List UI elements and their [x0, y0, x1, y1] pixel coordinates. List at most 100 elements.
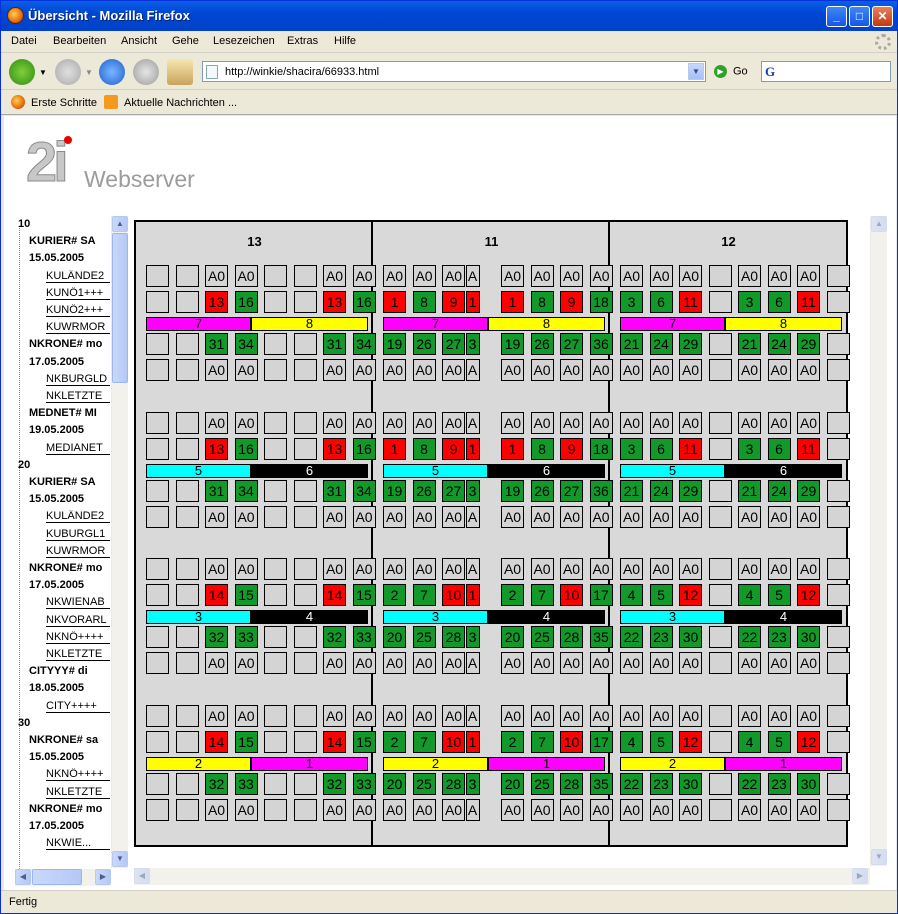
slot-a0[interactable]: A0: [767, 412, 791, 434]
empty-slot[interactable]: [146, 412, 169, 434]
empty-slot[interactable]: [293, 731, 317, 753]
empty-slot[interactable]: [175, 333, 199, 355]
empty-slot[interactable]: [293, 333, 317, 355]
slot-a0[interactable]: A0: [679, 652, 702, 674]
empty-slot[interactable]: [146, 626, 169, 648]
slot-number[interactable]: 8: [530, 291, 554, 313]
menu-datei[interactable]: Datei: [11, 35, 37, 47]
slot-a0[interactable]: A0: [501, 412, 524, 434]
slot-number[interactable]: 16: [234, 438, 258, 460]
slot-a0[interactable]: A0: [412, 799, 436, 821]
slot-number[interactable]: 5: [767, 584, 791, 606]
slot-number[interactable]: 25: [412, 773, 436, 795]
slot-a0[interactable]: A0: [738, 799, 761, 821]
slot-number[interactable]: 28: [560, 773, 583, 795]
slot-a0[interactable]: A0: [234, 799, 258, 821]
slot-a0[interactable]: A0: [560, 359, 583, 381]
slot-number[interactable]: 24: [649, 333, 673, 355]
empty-slot[interactable]: [293, 359, 317, 381]
slot-number[interactable]: 6: [649, 438, 673, 460]
empty-slot[interactable]: [146, 799, 169, 821]
slot-a0[interactable]: A0: [383, 359, 406, 381]
url-dropdown-icon[interactable]: ▼: [688, 63, 704, 80]
menu-hilfe[interactable]: Hilfe: [334, 35, 356, 47]
slot-number[interactable]: 1: [501, 438, 524, 460]
slot-number[interactable]: 8: [412, 438, 436, 460]
slot-number[interactable]: 14: [323, 584, 346, 606]
slot-number[interactable]: 4: [738, 584, 761, 606]
slot-number[interactable]: 30: [679, 626, 702, 648]
title-bar[interactable]: Übersicht - Mozilla Firefox _ □ ✕: [1, 1, 897, 31]
slot-a0[interactable]: A0: [560, 558, 583, 580]
slot-number[interactable]: 2: [383, 584, 406, 606]
empty-slot[interactable]: [264, 438, 287, 460]
slot-a0[interactable]: A0: [738, 412, 761, 434]
slot-a0[interactable]: A0: [530, 265, 554, 287]
slot-a0[interactable]: A0: [797, 506, 820, 528]
slot-number[interactable]: 25: [412, 626, 436, 648]
empty-slot[interactable]: [293, 412, 317, 434]
empty-slot[interactable]: [826, 480, 850, 502]
empty-slot[interactable]: [293, 480, 317, 502]
empty-slot[interactable]: [264, 333, 287, 355]
slot-a0[interactable]: A0: [205, 265, 228, 287]
slot-a0[interactable]: A0: [797, 558, 820, 580]
slot-a0[interactable]: A0: [442, 652, 465, 674]
forward-icon[interactable]: [55, 59, 81, 85]
tree-leaf-item[interactable]: NKBURGLD: [46, 373, 110, 386]
slot-number[interactable]: 10: [560, 584, 583, 606]
slot-a0[interactable]: A: [465, 412, 480, 434]
empty-slot[interactable]: [175, 584, 199, 606]
empty-slot[interactable]: [146, 584, 169, 606]
section-bar[interactable]: 6: [251, 464, 368, 478]
scroll-down-icon[interactable]: ▼: [112, 851, 128, 867]
slot-number[interactable]: 32: [323, 773, 346, 795]
slot-a0[interactable]: A0: [383, 799, 406, 821]
slot-a0[interactable]: A0: [738, 558, 761, 580]
tree-leaf-item[interactable]: NKLETZTE: [46, 786, 110, 799]
slot-number[interactable]: 1: [465, 584, 480, 606]
menu-bearbeiten[interactable]: Bearbeiten: [53, 35, 106, 47]
slot-number[interactable]: 26: [412, 333, 436, 355]
slot-a0[interactable]: A0: [412, 359, 436, 381]
empty-slot[interactable]: [175, 731, 199, 753]
slot-a0[interactable]: A0: [442, 265, 465, 287]
slot-number[interactable]: 25: [530, 626, 554, 648]
slot-number[interactable]: 13: [323, 291, 346, 313]
slot-a0[interactable]: A0: [383, 506, 406, 528]
slot-a0[interactable]: A0: [649, 506, 673, 528]
scroll-up-icon[interactable]: ▲: [112, 216, 128, 232]
reload-icon[interactable]: [99, 59, 125, 85]
slot-a0[interactable]: A0: [649, 412, 673, 434]
slot-a0[interactable]: A0: [797, 705, 820, 727]
slot-a0[interactable]: A0: [412, 265, 436, 287]
page-scroll-up-icon[interactable]: ▲: [871, 216, 887, 232]
slot-number[interactable]: 2: [501, 731, 524, 753]
slot-a0[interactable]: A0: [323, 506, 346, 528]
tree-leaf-item[interactable]: KUWRMOR: [46, 545, 110, 558]
slot-a0[interactable]: A0: [205, 799, 228, 821]
empty-slot[interactable]: [708, 799, 732, 821]
empty-slot[interactable]: [264, 506, 287, 528]
slot-a0[interactable]: A0: [767, 705, 791, 727]
empty-slot[interactable]: [146, 333, 169, 355]
slot-number[interactable]: 9: [560, 291, 583, 313]
slot-number[interactable]: 7: [412, 731, 436, 753]
empty-slot[interactable]: [264, 799, 287, 821]
slot-number[interactable]: 6: [767, 438, 791, 460]
slot-number[interactable]: 22: [738, 773, 761, 795]
slot-number[interactable]: 7: [412, 584, 436, 606]
slot-number[interactable]: 23: [649, 626, 673, 648]
slot-number[interactable]: 30: [797, 773, 820, 795]
slot-number[interactable]: 1: [501, 291, 524, 313]
slot-a0[interactable]: A0: [501, 558, 524, 580]
page-vertical-scrollbar[interactable]: ▲ ▼: [870, 216, 887, 866]
empty-slot[interactable]: [826, 584, 850, 606]
slot-number[interactable]: 34: [234, 480, 258, 502]
tree-group[interactable]: 30: [18, 717, 30, 729]
slot-number[interactable]: 4: [620, 584, 643, 606]
slot-number[interactable]: 31: [205, 480, 228, 502]
slot-number[interactable]: 27: [560, 333, 583, 355]
slot-number[interactable]: 29: [797, 333, 820, 355]
slot-a0[interactable]: A0: [323, 652, 346, 674]
